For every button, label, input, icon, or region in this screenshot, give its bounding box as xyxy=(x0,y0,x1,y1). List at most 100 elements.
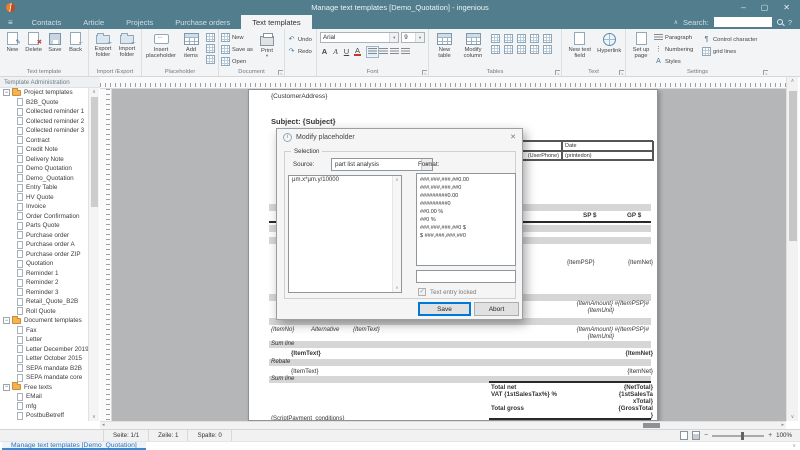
placeholder-tool-icon-3[interactable] xyxy=(206,55,215,64)
dialog-launcher-icon[interactable]: ↘ xyxy=(619,70,624,75)
document-new-button[interactable]: New xyxy=(221,32,255,43)
tree-item[interactable]: Retail_Quote_B2B xyxy=(0,297,88,307)
align-center-icon[interactable] xyxy=(379,48,388,56)
undo-button[interactable]: ↶ Undo xyxy=(287,34,314,45)
horizontal-scrollbar[interactable]: ◂ ▸ xyxy=(100,421,786,429)
new-template-button[interactable]: ✎ New xyxy=(2,30,23,54)
tree-item[interactable]: Invoice xyxy=(0,202,88,212)
taskbar-tab[interactable]: Manage text templates [Demo_Quotation] xyxy=(2,442,146,450)
insert-placeholder-button[interactable]: Insert placeholder xyxy=(144,30,178,61)
tree-item[interactable]: SEPA mandate core xyxy=(0,373,88,383)
table-tool-icon-2[interactable] xyxy=(504,34,513,43)
table-tool-icon-5[interactable] xyxy=(543,34,552,43)
tree-item[interactable]: Demo_Quotation xyxy=(0,174,88,184)
tree-item[interactable]: Demo Quotation xyxy=(0,164,88,174)
format-list-item[interactable]: ###,###,###,##0 xyxy=(420,184,512,192)
scroll-up-icon[interactable]: ∧ xyxy=(787,78,798,84)
font-family-select[interactable]: Arial ▾ xyxy=(320,32,399,43)
table-tool-icon-4[interactable] xyxy=(530,34,539,43)
scroll-up-icon[interactable]: ∧ xyxy=(89,89,99,95)
tree-item[interactable]: Roll Quote xyxy=(0,307,88,317)
table-tool-icon-1[interactable] xyxy=(491,34,500,43)
dialog-launcher-icon[interactable]: ↘ xyxy=(422,70,427,75)
menu-icon[interactable]: ≡ xyxy=(0,15,21,29)
import-folder-button[interactable]: ← Import folder xyxy=(115,30,139,60)
tree-item[interactable]: Letter October 2015 xyxy=(0,354,88,364)
collapse-icon[interactable] xyxy=(3,384,10,391)
format-list-item[interactable]: ###,###,###,##0 $ xyxy=(420,224,512,232)
zoom-slider[interactable] xyxy=(712,435,764,437)
fit-width-icon[interactable] xyxy=(692,431,700,440)
tree-item[interactable]: Parts Quote xyxy=(0,221,88,231)
zoom-out-button[interactable]: − xyxy=(704,432,708,439)
scroll-right-icon[interactable]: ▸ xyxy=(781,422,784,428)
align-left-icon[interactable] xyxy=(368,48,377,56)
tree-item[interactable]: SEPA mandate B2B xyxy=(0,364,88,374)
numbering-button[interactable]: ⋮ Numbering xyxy=(654,44,702,55)
dialog-close-icon[interactable]: ✕ xyxy=(510,133,516,141)
chevron-down-icon[interactable]: ▾ xyxy=(415,33,424,42)
tree-item[interactable]: Collected reminder 3 xyxy=(0,126,88,136)
tree-item[interactable]: Reminder 2 xyxy=(0,278,88,288)
tree-item[interactable]: Entry Table xyxy=(0,183,88,193)
dialog-launcher-icon[interactable]: ↘ xyxy=(555,70,560,75)
print-button[interactable]: Print ▾ xyxy=(255,30,279,60)
format-list-item[interactable]: ##0.00 % xyxy=(420,208,512,216)
font-size-select[interactable]: 9 ▾ xyxy=(401,32,425,43)
tab-contacts[interactable]: Contacts xyxy=(21,15,73,29)
format-list-item[interactable]: $ ###,###,###,##0 xyxy=(420,232,512,240)
italic-button[interactable]: A xyxy=(330,46,341,57)
styles-button[interactable]: A Styles xyxy=(654,56,702,67)
tree-item[interactable]: Letter xyxy=(0,335,88,345)
search-input[interactable] xyxy=(714,17,772,27)
scrollbar-thumb[interactable] xyxy=(91,97,98,207)
tree-item[interactable]: Purchase order A xyxy=(0,240,88,250)
font-color-button[interactable]: A xyxy=(352,46,363,57)
format-list-item[interactable]: #########0 xyxy=(420,200,512,208)
align-justify-icon[interactable] xyxy=(401,48,410,56)
dialog-launcher-icon[interactable]: ↘ xyxy=(278,70,283,75)
table-tool-icon-3[interactable] xyxy=(517,34,526,43)
dialog-titlebar[interactable]: i Modify placeholder ✕ xyxy=(277,129,522,145)
redo-button[interactable]: ↷ Redo xyxy=(287,46,314,57)
table-tool-icon-10[interactable] xyxy=(543,45,552,54)
format-list-item[interactable]: ##0 % xyxy=(420,216,512,224)
tree-item[interactable]: Project templates xyxy=(0,88,88,98)
new-text-field-button[interactable]: New text field xyxy=(564,30,595,61)
scroll-left-icon[interactable]: ◂ xyxy=(102,422,105,428)
tree-item[interactable]: Quotation xyxy=(0,259,88,269)
search-icon[interactable] xyxy=(777,19,783,25)
tab-article[interactable]: Article xyxy=(72,15,115,29)
zoom-in-button[interactable]: + xyxy=(768,432,772,439)
minimize-button[interactable]: – xyxy=(741,3,745,12)
tree-item[interactable]: Purchase order xyxy=(0,231,88,241)
save-button[interactable]: Save xyxy=(418,302,471,316)
collapse-icon[interactable] xyxy=(3,89,10,96)
document-save-as-button[interactable]: Save as xyxy=(221,44,255,55)
tree-item[interactable]: Delivery Note xyxy=(0,155,88,165)
delete-template-button[interactable]: ✖ Delete xyxy=(23,30,45,54)
listbox-scrollbar[interactable]: ∧ ∨ xyxy=(392,176,401,292)
scrollbar-thumb[interactable] xyxy=(643,423,660,428)
placeholder-tool-icon-2[interactable] xyxy=(206,44,215,53)
tree-item[interactable]: Credit Note xyxy=(0,145,88,155)
hyperlink-button[interactable]: Hyperlink xyxy=(595,30,623,55)
collapse-icon[interactable] xyxy=(3,317,10,324)
scroll-up-icon[interactable]: ∧ xyxy=(393,177,401,183)
tree-item[interactable]: EMail xyxy=(0,392,88,402)
scroll-down-icon[interactable]: ∨ xyxy=(393,285,401,291)
tree-item[interactable]: HV Quote xyxy=(0,193,88,203)
document-open-button[interactable]: Open xyxy=(221,56,255,67)
vertical-scrollbar[interactable]: ∧ ∨ xyxy=(786,77,798,421)
tree-item[interactable]: Free texts xyxy=(0,383,88,393)
tree-item[interactable]: Document templates xyxy=(0,316,88,326)
close-button[interactable]: ✕ xyxy=(783,3,790,12)
maximize-button[interactable]: ▢ xyxy=(761,3,769,12)
tree-item[interactable]: Collected reminder 1 xyxy=(0,107,88,117)
placeholder-tool-icon-1[interactable] xyxy=(206,33,215,42)
paragraph-button[interactable]: Paragraph xyxy=(654,32,702,43)
save-template-button[interactable]: Save xyxy=(44,30,65,54)
add-items-button[interactable]: Add items xyxy=(178,30,204,61)
zoom-slider-thumb[interactable] xyxy=(741,432,744,440)
fit-page-icon[interactable] xyxy=(680,431,688,440)
